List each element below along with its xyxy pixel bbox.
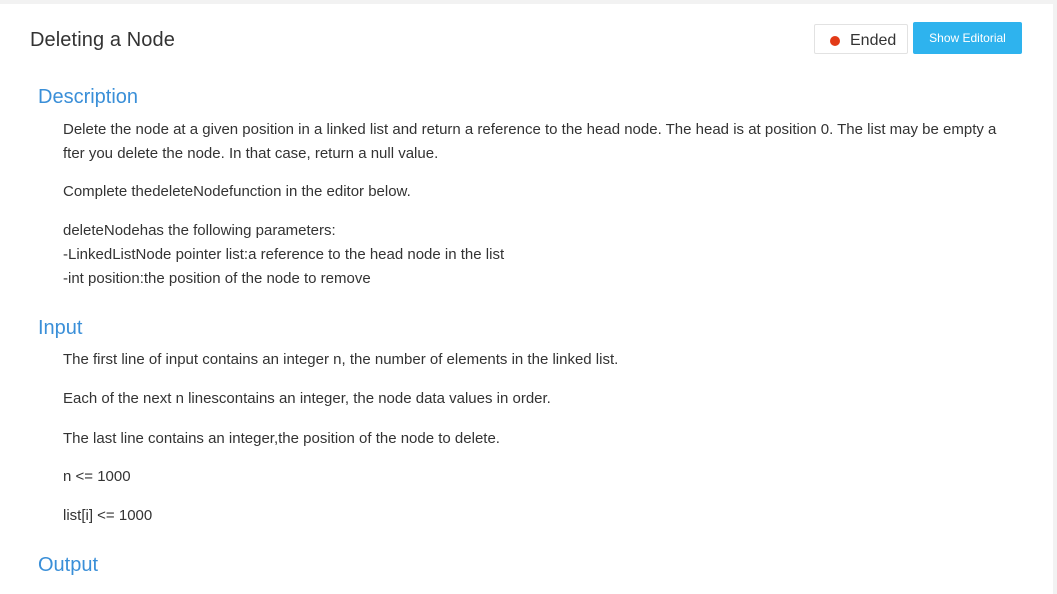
constraint-list: list[i] <= 1000: [63, 507, 153, 524]
show-editorial-button[interactable]: Show Editorial: [913, 22, 1022, 54]
input-line-1: The first line of input contains an inte…: [63, 351, 619, 368]
input-heading: Input: [38, 317, 83, 339]
status-badge: Ended: [814, 24, 908, 54]
parameter-position: -int position:the position of the node t…: [63, 270, 371, 287]
description-complete: Complete thedeleteNodefunction in the ed…: [63, 183, 411, 200]
parameter-list: -LinkedListNode pointer list:a reference…: [63, 246, 505, 263]
input-line-3: The last line contains an integer,the po…: [63, 430, 500, 447]
constraint-n: n <= 1000: [63, 468, 131, 485]
parameters-title: deleteNodehas the following parameters:: [63, 222, 336, 239]
problem-panel: Deleting a Node Ended Show Editorial Des…: [0, 4, 1053, 594]
status-dot-icon: [830, 36, 840, 46]
description-intro: Delete the node at a given position in a…: [63, 121, 997, 162]
problem-title: Deleting a Node: [30, 29, 175, 51]
output-heading: Output: [38, 554, 99, 576]
input-line-2: Each of the next n linescontains an inte…: [63, 390, 551, 407]
status-label: Ended: [850, 32, 897, 49]
description-heading: Description: [38, 86, 139, 108]
